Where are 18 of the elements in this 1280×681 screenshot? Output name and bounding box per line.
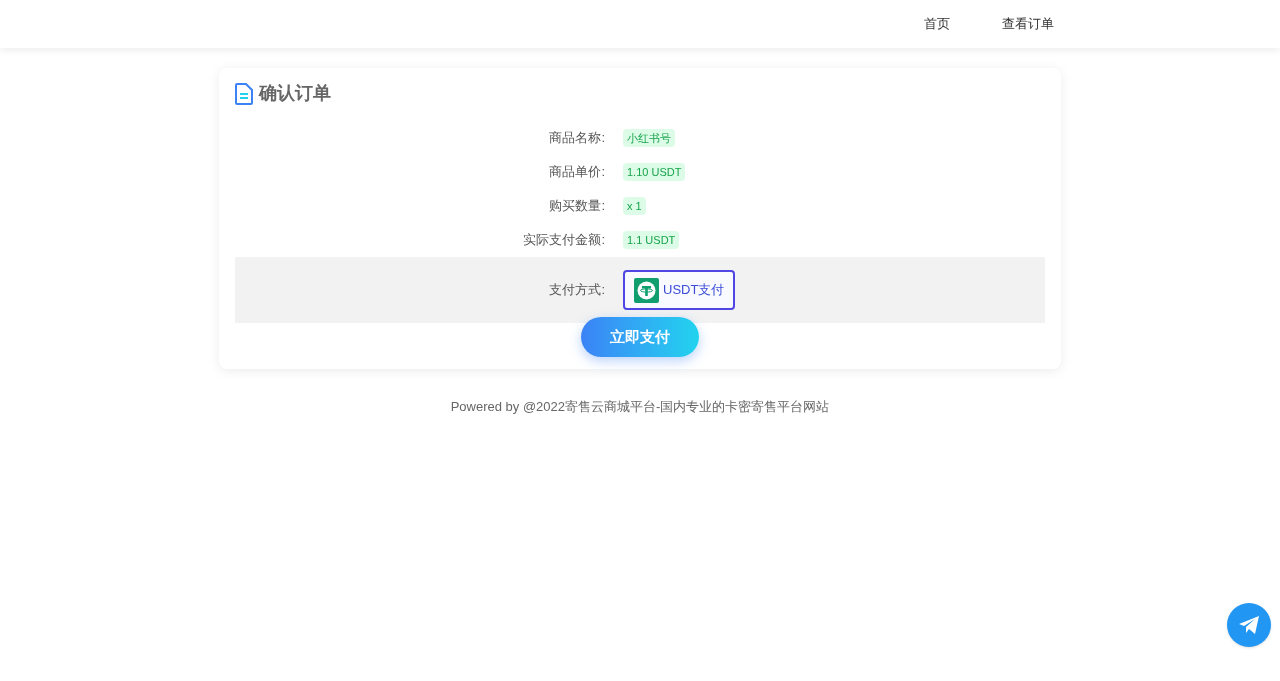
- payment-method-option[interactable]: USDT支付: [623, 270, 736, 310]
- field-value: 1.1 USDT: [623, 230, 680, 250]
- field-label: 支付方式:: [548, 281, 606, 300]
- field-label: 商品单价:: [548, 163, 606, 182]
- telegram-button[interactable]: [1227, 603, 1271, 647]
- tether-logo-icon: [634, 277, 659, 303]
- field-value: 1.10 USDT: [623, 162, 686, 182]
- field-label: 实际支付金额:: [522, 231, 606, 250]
- field-value: 小红书号: [623, 128, 675, 148]
- nav-link[interactable]: 首页: [924, 14, 950, 34]
- nav-link[interactable]: 查看订单: [1002, 14, 1054, 34]
- document-icon: [235, 82, 253, 105]
- card-title: 确认订单: [259, 82, 331, 105]
- paper-plane-icon: [1238, 615, 1260, 635]
- footer-text: Powered by @2022寄售云商城平台-国内专业的卡密寄售平台网站: [450, 398, 830, 416]
- field-value: x 1: [623, 196, 646, 216]
- field-label: 商品名称:: [548, 129, 606, 148]
- field-label: 购买数量:: [548, 197, 606, 216]
